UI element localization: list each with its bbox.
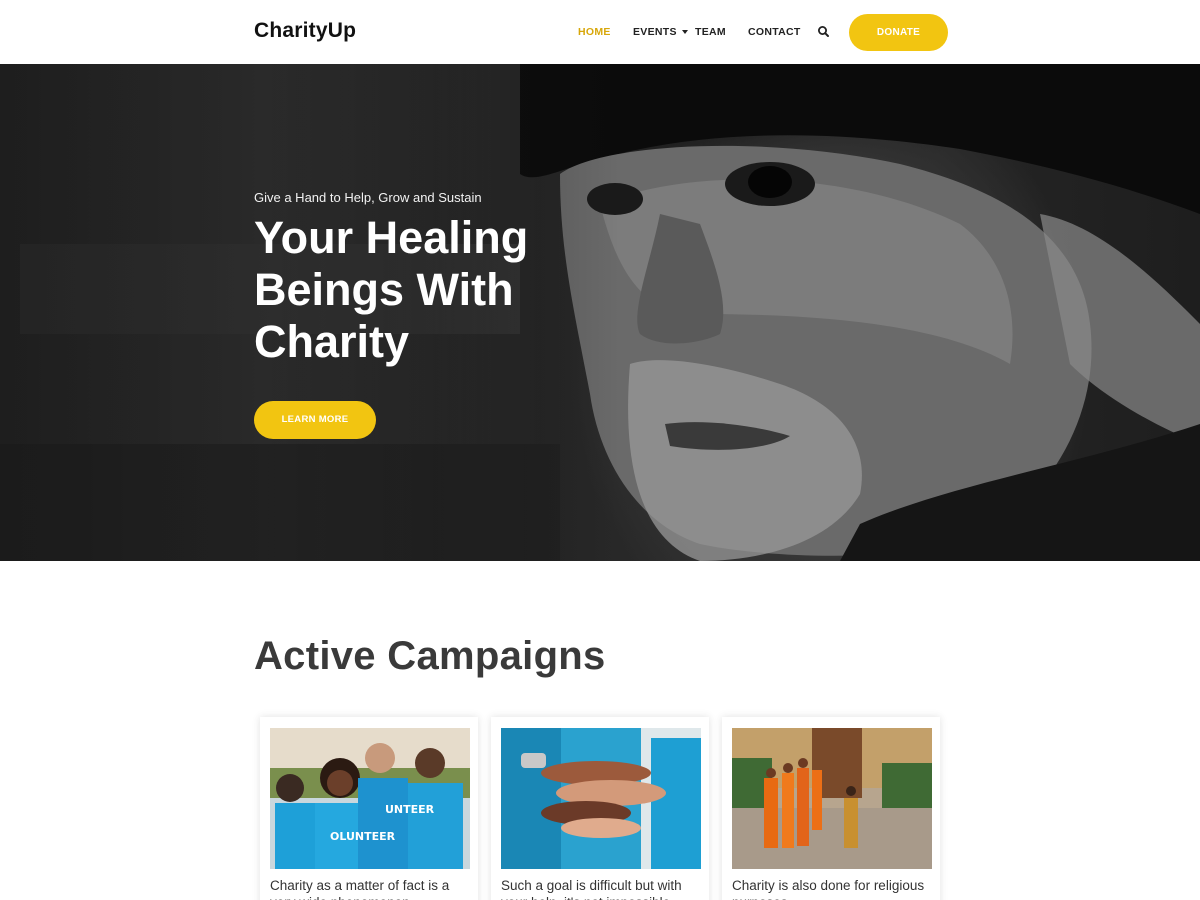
campaign-card[interactable]: Such a goal is difficult but with your h…	[491, 717, 709, 900]
nav-home[interactable]: HOME	[578, 26, 611, 38]
chevron-down-icon	[681, 30, 688, 35]
site-header: CharityUp HOME EVENTS TEAM CONTACT DONAT…	[0, 0, 1200, 64]
section-title: Active Campaigns	[254, 634, 606, 678]
donate-button[interactable]: DONATE	[849, 14, 948, 51]
nav-contact[interactable]: CONTACT	[748, 26, 801, 38]
svg-text:UNTEER: UNTEER	[385, 803, 435, 816]
campaign-description: Charity as a matter of fact is a very wi…	[270, 878, 450, 900]
learn-more-button[interactable]: LEARN MORE	[254, 401, 376, 439]
svg-text:OLUNTEER: OLUNTEER	[330, 830, 396, 843]
nav-events-label: EVENTS	[633, 26, 677, 38]
campaign-description: Such a goal is difficult but with your h…	[501, 878, 682, 900]
site-logo[interactable]: CharityUp	[254, 19, 356, 43]
hero-title: Your Healing Beings With Charity	[254, 212, 529, 367]
campaign-image: UNTEER OLUNTEER	[270, 728, 470, 869]
campaign-card[interactable]: UNTEER OLUNTEER Charity as a matter of f…	[260, 717, 478, 900]
nav-team[interactable]: TEAM	[695, 26, 726, 38]
search-icon[interactable]	[817, 25, 831, 39]
campaign-image	[501, 728, 701, 869]
campaign-card[interactable]: Charity is also done for religious purpo…	[722, 717, 940, 900]
hero-subtitle: Give a Hand to Help, Grow and Sustain	[254, 190, 482, 205]
hero-banner: Give a Hand to Help, Grow and Sustain Yo…	[0, 64, 1200, 561]
campaign-image	[732, 728, 932, 869]
campaign-description: Charity is also done for religious purpo…	[732, 878, 925, 900]
nav-events[interactable]: EVENTS	[633, 26, 688, 38]
